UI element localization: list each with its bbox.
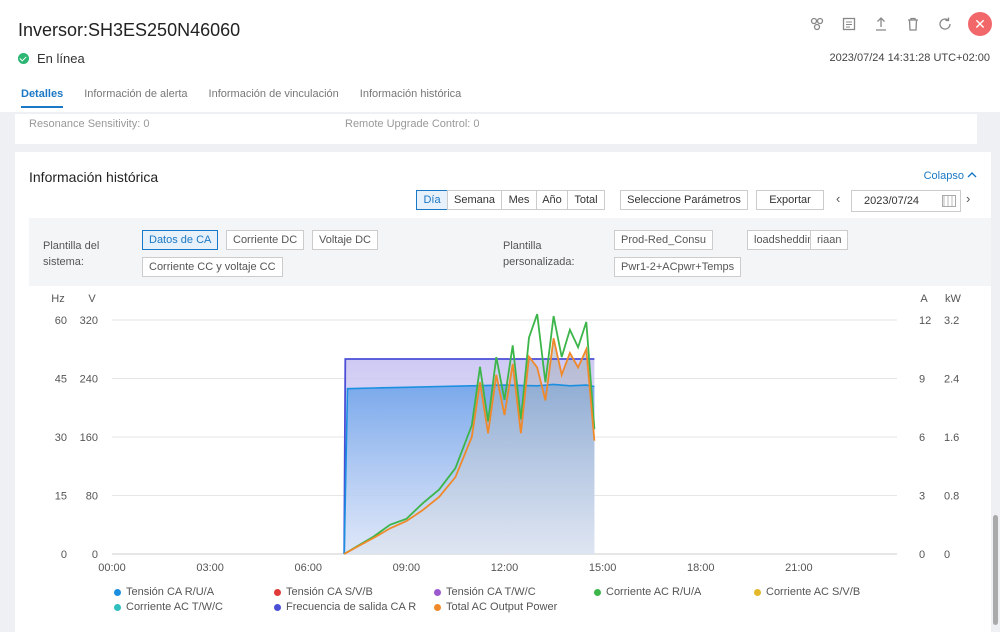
y-tick-a: 3 [919,491,925,503]
y-tick-kw: 3.2 [944,315,959,327]
legend-label: Tensión CA R/U/A [126,586,215,598]
x-tick-label: 09:00 [393,562,421,574]
y-tick-v: 240 [80,374,98,386]
y-tick-a: 0 [919,549,925,561]
legend-swatch [754,588,761,596]
x-tick-label: 03:00 [196,562,224,574]
legend-item[interactable]: Tensión CA R/U/A [114,586,214,598]
y-tick-hz: 15 [55,491,67,503]
y-tick-hz: 0 [61,549,67,561]
x-tick-label: 06:00 [294,562,322,574]
axis-unit-kw: kW [945,293,962,305]
y-tick-kw: 2.4 [944,374,959,386]
legend-item[interactable]: Corriente AC S/V/B [754,586,860,598]
y-tick-v: 160 [80,432,98,444]
y-tick-v: 320 [80,315,98,327]
legend-swatch [274,588,281,596]
legend-swatch [434,603,441,611]
y-tick-kw: 1.6 [944,432,959,444]
legend-label: Tensión CA S/V/B [286,586,373,598]
legend-label: Frecuencia de salida CA R [286,601,417,613]
legend-label: Total AC Output Power [446,601,558,613]
legend-label: Corriente AC T/W/C [126,601,223,613]
y-tick-hz: 30 [55,432,67,444]
axis-unit-v: V [88,293,96,305]
y-tick-kw: 0.8 [944,491,959,503]
x-tick-label: 00:00 [98,562,126,574]
legend-label: Corriente AC R/U/A [606,586,702,598]
x-tick-label: 21:00 [785,562,813,574]
legend-item[interactable]: Corriente AC R/U/A [594,586,701,598]
legend-item[interactable]: Tensión CA S/V/B [274,586,373,598]
legend-item[interactable]: Total AC Output Power [434,601,557,613]
history-chart: 0 0 0 0 15 80 3 0.8 30 160 6 1.6 45 240 9 2.4 60 320 12 3.2… [51,293,962,574]
legend-swatch [114,588,121,596]
legend-swatch [594,588,601,596]
x-tick-label: 18:00 [687,562,715,574]
legend-item[interactable]: Frecuencia de salida CA R [274,601,416,613]
y-tick-a: 9 [919,374,925,386]
legend-swatch [114,603,121,611]
x-tick-label: 15:00 [589,562,617,574]
y-tick-v: 0 [92,549,98,561]
y-tick-hz: 45 [55,374,67,386]
y-tick-v: 80 [86,491,98,503]
axis-unit-a: A [920,293,928,305]
y-tick-a: 12 [919,315,931,327]
legend-swatch [434,588,441,596]
x-tick-label: 12:00 [491,562,519,574]
legend-item[interactable]: Corriente AC T/W/C [114,601,223,613]
legend-item[interactable]: Tensión CA T/W/C [434,586,536,598]
legend-label: Tensión CA T/W/C [446,586,536,598]
page-scrollbar[interactable] [993,515,998,625]
y-tick-kw: 0 [944,549,950,561]
legend-swatch [274,603,281,611]
y-tick-a: 6 [919,432,925,444]
legend-label: Corriente AC S/V/B [766,586,861,598]
axis-unit-hz: Hz [51,293,64,305]
y-tick-hz: 60 [55,315,67,327]
